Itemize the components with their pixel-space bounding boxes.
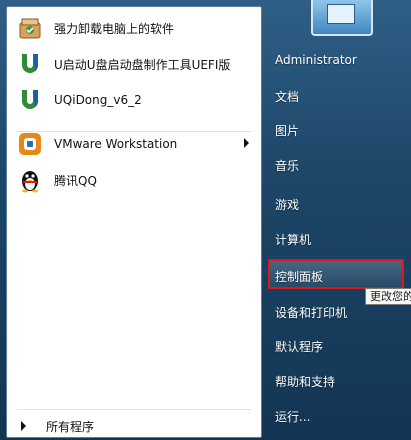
right-item-default-programs[interactable]: 默认程序 xyxy=(275,338,323,355)
pinned-item-label: VMware Workstation xyxy=(54,137,178,151)
u-logo-icon xyxy=(15,85,45,115)
right-item-music[interactable]: 音乐 xyxy=(275,157,299,174)
pinned-item-uqidong[interactable]: UQiDong_v6_2 xyxy=(15,83,255,117)
pinned-item-label: U启动U盘启动盘制作工具UEFI版 xyxy=(54,57,231,72)
right-item-help-support[interactable]: 帮助和支持 xyxy=(275,373,335,390)
pinned-item-label: UQiDong_v6_2 xyxy=(54,93,142,107)
right-item-computer[interactable]: 计算机 xyxy=(275,231,311,248)
start-menu-right-panel: Administrator 文档 图片 音乐 游戏 计算机 控制面板 设备和打印… xyxy=(262,0,411,440)
arrow-right-icon xyxy=(21,421,26,431)
control-panel-tooltip: 更改您的 xyxy=(365,288,411,305)
all-programs-label: 所有程序 xyxy=(46,419,95,434)
pinned-item-vmware[interactable]: VMware Workstation xyxy=(15,127,255,161)
right-item-pictures[interactable]: 图片 xyxy=(275,122,299,139)
uninstall-box-icon xyxy=(15,13,45,43)
right-item-documents[interactable]: 文档 xyxy=(275,88,299,105)
right-item-administrator[interactable]: Administrator xyxy=(275,53,357,67)
u-logo-icon xyxy=(15,49,45,79)
right-item-games[interactable]: 游戏 xyxy=(275,196,299,213)
pinned-item-uninstaller[interactable]: 强力卸载电脑上的软件 xyxy=(15,11,255,45)
qq-penguin-icon xyxy=(15,165,45,195)
pinned-item-qq[interactable]: 腾讯QQ xyxy=(15,163,255,197)
right-item-control-panel[interactable]: 控制面板 xyxy=(275,268,323,285)
all-programs-button[interactable]: 所有程序 xyxy=(17,415,94,437)
menu-separator xyxy=(17,409,251,410)
pinned-item-label: 腾讯QQ xyxy=(54,173,97,188)
right-item-run[interactable]: 运行... xyxy=(275,408,310,425)
start-menu-left-panel: 强力卸载电脑上的软件 U启动U盘启动盘制作工具UEFI版 UQiDong_v6_… xyxy=(6,6,262,438)
pinned-item-uqidong-uefi[interactable]: U启动U盘启动盘制作工具UEFI版 xyxy=(15,47,255,81)
pinned-item-label: 强力卸载电脑上的软件 xyxy=(54,21,175,36)
submenu-arrow-icon[interactable] xyxy=(244,138,249,148)
vmware-icon xyxy=(15,129,45,159)
right-item-devices-printers[interactable]: 设备和打印机 xyxy=(275,304,347,321)
